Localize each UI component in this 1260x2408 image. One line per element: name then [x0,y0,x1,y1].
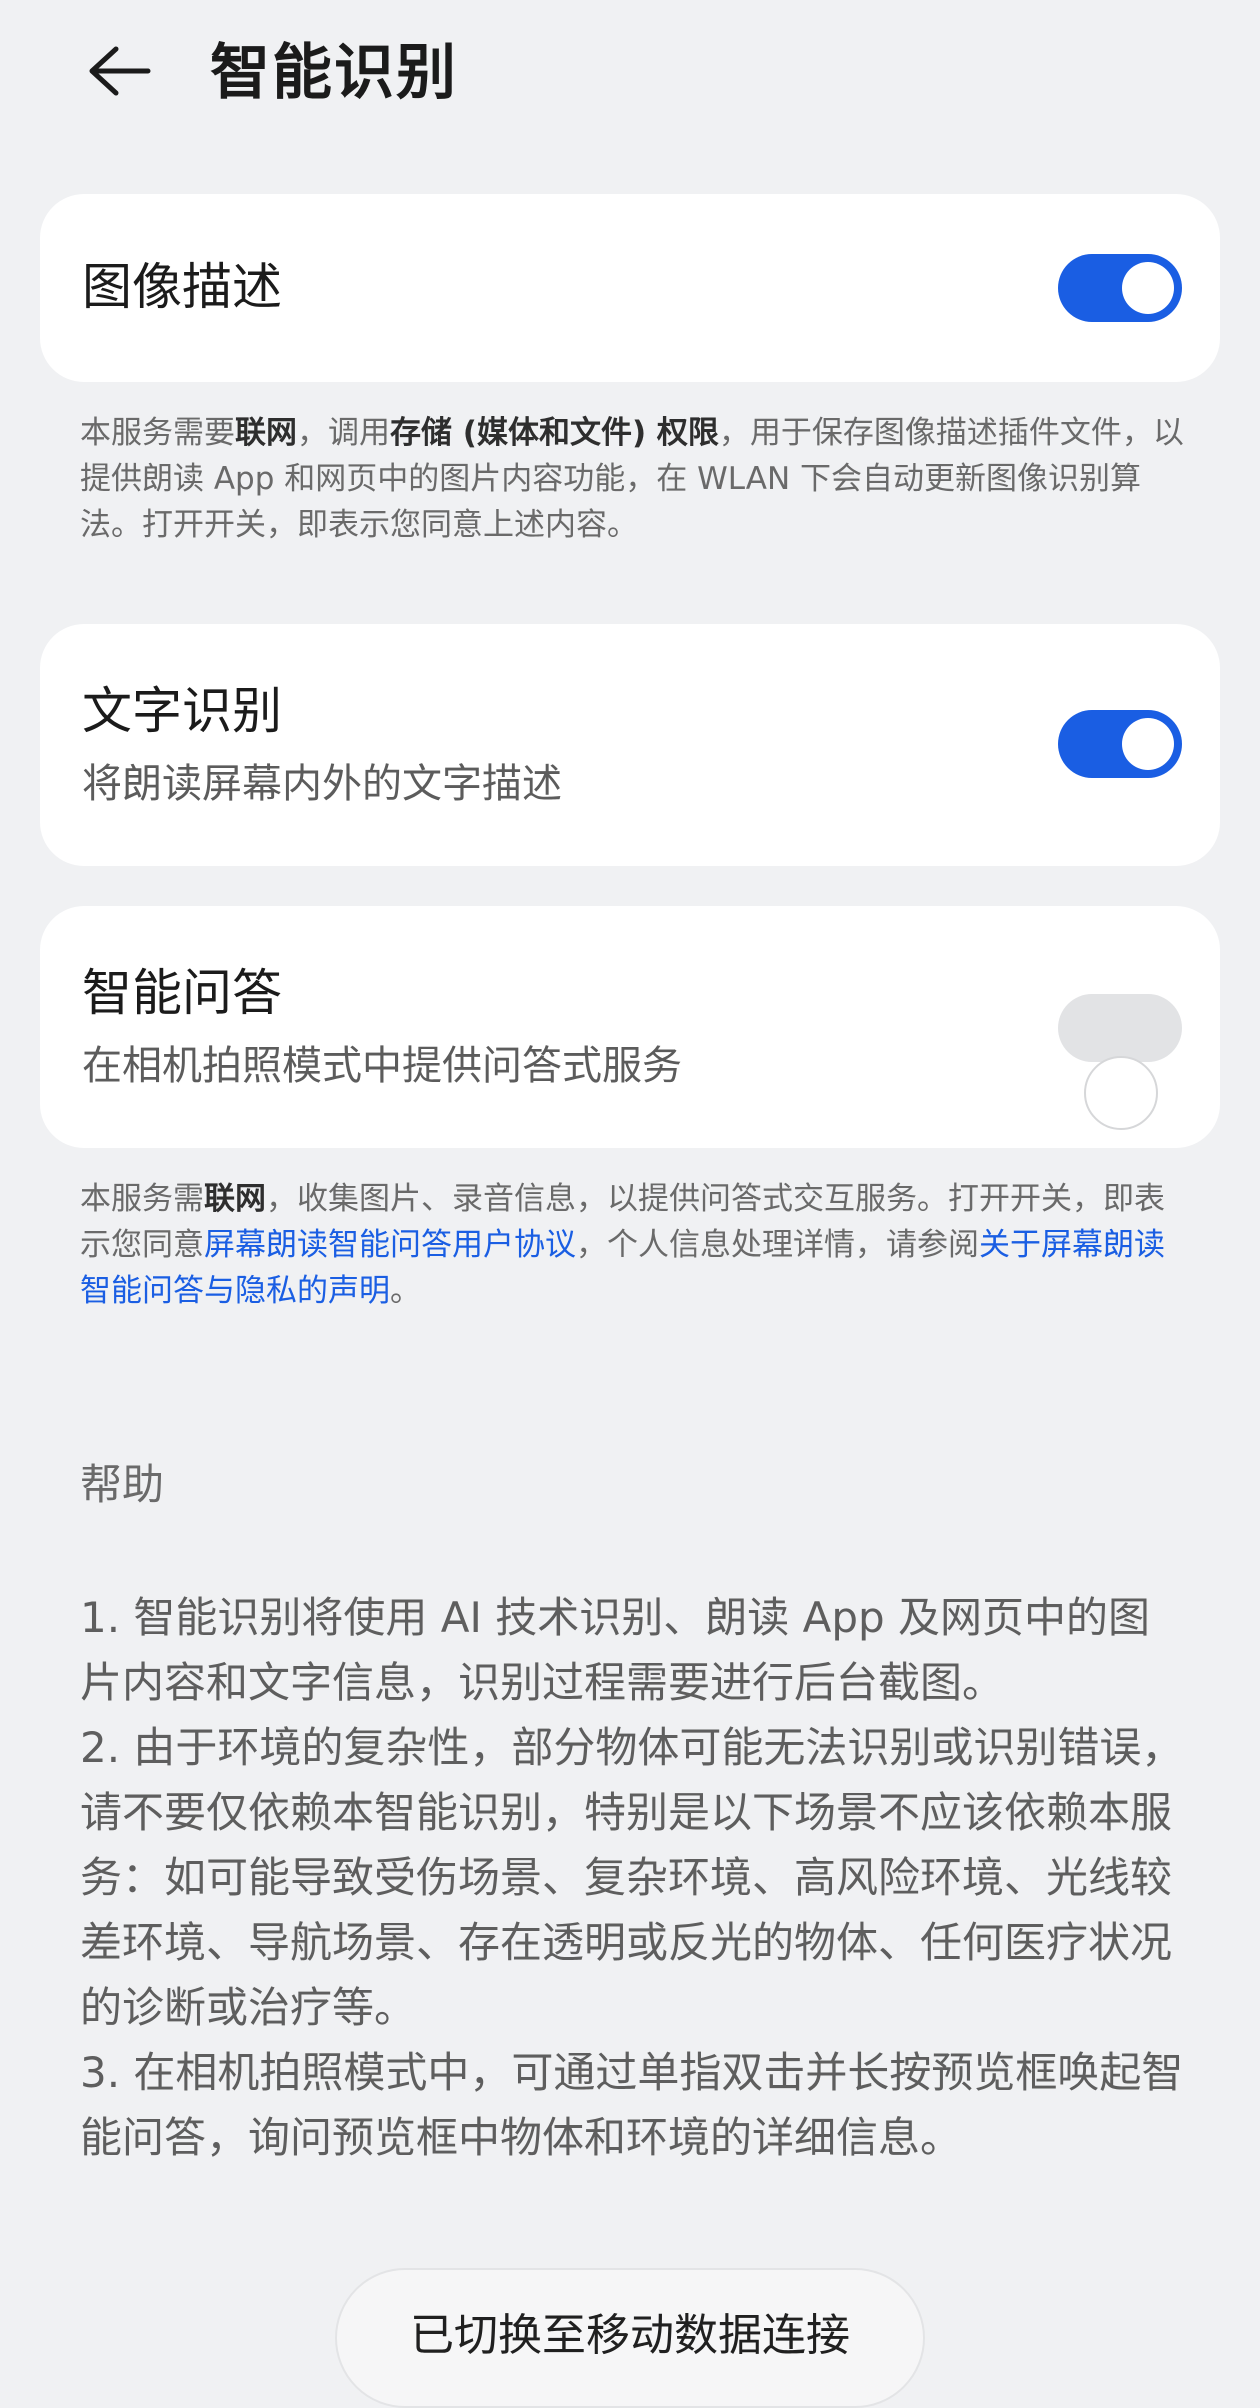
text-recognition-label: 文字识别 [82,682,282,740]
smart-qa-subtitle: 在相机拍照模式中提供问答式服务 [82,1043,682,1089]
back-arrow-icon [89,46,151,96]
note-bold-network: 联网 [204,1181,266,1217]
help-item: 1. 智能识别将使用 AI 技术识别、朗读 App 及网页中的图片内容和文字信息… [80,1593,1150,1707]
note-text: ，个人信息处理详情，请参阅 [576,1227,979,1263]
toggle-knob [1122,718,1174,770]
text-recognition-card[interactable]: 文字识别 将朗读屏幕内外的文字描述 [40,624,1220,866]
image-description-card[interactable]: 图像描述 [40,194,1220,382]
help-heading: 帮助 [80,1460,165,1509]
image-description-toggle[interactable] [1058,254,1182,322]
note-text: 本服务需要 [80,415,235,451]
help-item: 2. 由于环境的复杂性，部分物体可能无法识别或识别错误，请不要仅依赖本智能识别，… [80,1723,1184,2032]
note-bold-network: 联网 [235,415,297,451]
page-title: 智能识别 [210,38,458,108]
text-recognition-toggle[interactable] [1058,710,1182,778]
back-button[interactable] [72,36,162,106]
note-text: 。 [390,1273,421,1309]
image-description-label: 图像描述 [82,258,282,316]
smart-qa-card[interactable]: 智能问答 在相机拍照模式中提供问答式服务 [40,906,1220,1148]
smart-qa-toggle[interactable] [1058,994,1182,1130]
help-content: 1. 智能识别将使用 AI 技术识别、朗读 App 及网页中的图片内容和文字信息… [80,1585,1190,2170]
note-text: 本服务需 [80,1181,204,1217]
toggle-knob [1122,262,1174,314]
image-description-note: 本服务需要联网，调用存储 (媒体和文件) 权限，用于保存图像描述插件文件，以提供… [80,410,1190,548]
help-item: 3. 在相机拍照模式中，可通过单指双击并长按预览框唤起智能问答，询问预览框中物体… [80,2048,1184,2162]
network-toast: 已切换至移动数据连接 [335,2268,925,2408]
note-bold-storage-permission: 存储 (媒体和文件) 权限 [390,415,719,451]
smart-qa-note: 本服务需联网，收集图片、录音信息，以提供问答式交互服务。打开开关，即表示您同意屏… [80,1176,1190,1314]
app-header: 智能识别 [0,0,1260,150]
text-recognition-subtitle: 将朗读屏幕内外的文字描述 [82,761,562,807]
smart-qa-label: 智能问答 [82,964,282,1022]
toggle-knob [1084,1056,1158,1130]
note-text: ，调用 [297,415,390,451]
user-agreement-link[interactable]: 屏幕朗读智能问答用户协议 [204,1227,576,1263]
